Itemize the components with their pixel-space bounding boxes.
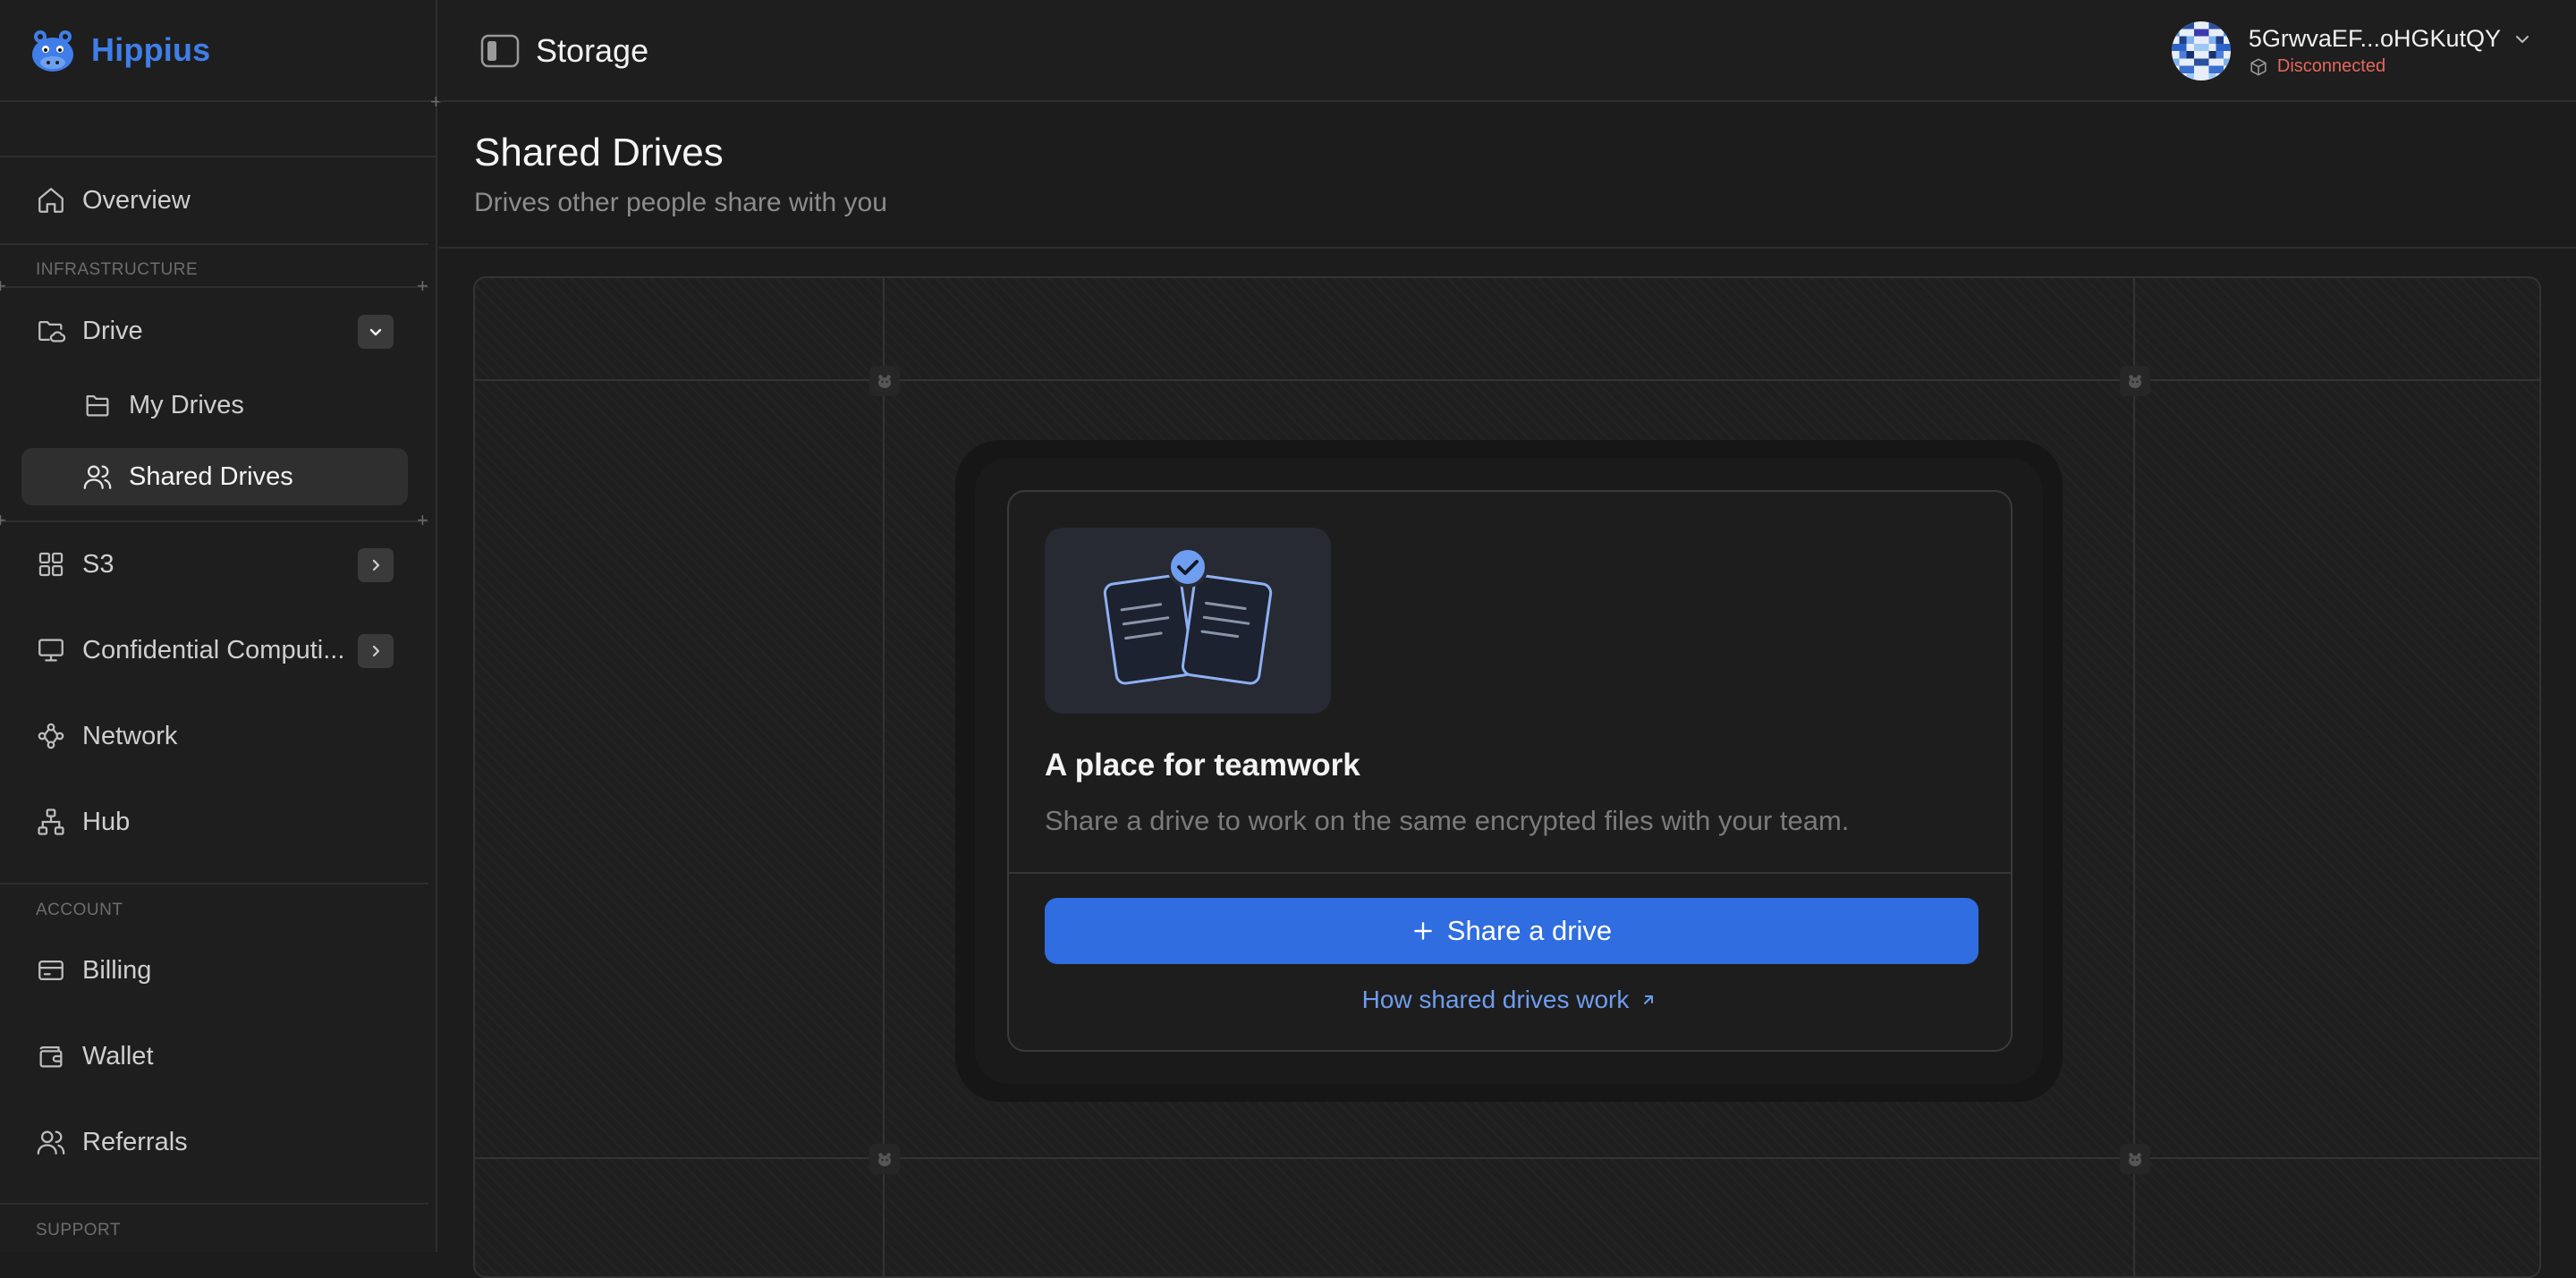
empty-state-description: Share a drive to work on the same encryp…	[1045, 805, 1850, 836]
guide-line	[475, 1157, 2539, 1159]
section-title: Storage	[536, 32, 649, 69]
brand[interactable]: Hippius	[0, 0, 436, 102]
divider	[0, 243, 428, 245]
chevron-right-icon[interactable]	[358, 634, 394, 668]
sidebar-item-confidential-computing[interactable]: Confidential Computi...	[21, 622, 408, 679]
sidebar-item-label: Drive	[82, 316, 143, 345]
sidebar-item-label: Overview	[82, 185, 191, 215]
network-icon	[36, 721, 66, 751]
sidebar-item-my-drives[interactable]: My Drives	[21, 377, 408, 434]
empty-state-body: A place for teamwork Share a drive to wo…	[1009, 492, 2011, 874]
status-badge: Disconnected	[2276, 56, 2386, 76]
hippo-node-icon	[2120, 366, 2150, 396]
monitor-icon	[36, 635, 66, 665]
sidebar-item-label: Referrals	[82, 1127, 188, 1156]
empty-state-card: A place for teamwork Share a drive to wo…	[1007, 490, 2012, 1052]
account-address-row: 5GrwvaEF...oHGKutQY	[2249, 25, 2531, 53]
sidebar-item-label: Wallet	[82, 1041, 154, 1071]
account-address: 5GrwvaEF...oHGKutQY	[2248, 25, 2501, 52]
hippo-node-icon	[2120, 1144, 2150, 1174]
home-icon	[36, 185, 66, 216]
crosshair-marker: +	[417, 275, 428, 297]
page-title: Shared Drives	[474, 131, 724, 174]
plus-icon	[1413, 922, 1432, 940]
empty-state-frame: A place for teamwork Share a drive to wo…	[955, 440, 2063, 1102]
chevron-down-icon[interactable]	[358, 315, 394, 349]
users-icon	[82, 461, 113, 492]
how-shared-drives-work-link[interactable]: How shared drives work	[1009, 986, 2011, 1014]
divider	[0, 521, 428, 522]
sidebar-item-label: My Drives	[129, 390, 244, 419]
empty-state-title: A place for teamwork	[1045, 748, 1360, 783]
cube-icon	[2250, 58, 2267, 75]
users-icon	[36, 1127, 66, 1157]
wallet-icon	[36, 1041, 66, 1071]
hippo-logo-icon	[27, 24, 79, 76]
connection-status: Disconnected	[2249, 56, 2531, 77]
guide-line	[2133, 278, 2135, 1276]
page-header: Shared Drives Drives other people share …	[439, 104, 2576, 249]
credit-card-icon	[36, 955, 66, 986]
brand-name: Hippius	[91, 31, 211, 68]
sidebar-item-label: Confidential Computi...	[82, 635, 345, 664]
hippo-node-icon	[869, 1144, 900, 1174]
account-menu[interactable]: 5GrwvaEF...oHGKutQY Disconnected	[2171, 20, 2531, 82]
crosshair-marker: +	[0, 275, 6, 297]
divider	[0, 1203, 428, 1205]
section-label-account: ACCOUNT	[36, 901, 123, 919]
divider	[0, 883, 428, 884]
chevron-right-icon[interactable]	[358, 548, 394, 582]
section-label-support: SUPPORT	[36, 1221, 122, 1240]
sidebar-item-s3[interactable]: S3	[21, 536, 408, 593]
section-label-infrastructure: INFRASTRUCTURE	[36, 260, 199, 279]
sidebar-item-label: Network	[82, 721, 178, 750]
share-drive-button-label: Share a drive	[1446, 915, 1613, 946]
folder-open-icon	[82, 390, 113, 420]
folder-cloud-icon	[36, 316, 66, 346]
sidebar-spacer	[0, 104, 436, 157]
hippo-node-icon	[869, 366, 900, 396]
sidebar: Hippius + Overview INFRASTRUCTURE + + Dr…	[0, 0, 442, 1252]
chevron-down-icon	[2516, 35, 2529, 43]
sidebar-item-label: Shared Drives	[129, 461, 293, 491]
empty-state-frame-inner: A place for teamwork Share a drive to wo…	[975, 458, 2043, 1084]
sidebar-item-referrals[interactable]: Referrals	[21, 1113, 408, 1171]
sidebar-toggle-icon[interactable]	[480, 34, 520, 68]
crosshair-marker: +	[0, 509, 6, 531]
guide-line	[883, 278, 885, 1276]
sidebar-item-billing[interactable]: Billing	[21, 942, 408, 999]
sidebar-item-label: Billing	[82, 955, 152, 985]
share-drive-button[interactable]: Share a drive	[1045, 898, 1979, 964]
guide-line	[475, 379, 2539, 381]
sidebar-item-wallet[interactable]: Wallet	[21, 1028, 408, 1085]
empty-state-canvas: A place for teamwork Share a drive to wo…	[473, 276, 2541, 1278]
sidebar-item-drive[interactable]: Drive	[21, 302, 408, 360]
crosshair-marker: +	[417, 509, 428, 531]
sidebar-item-label: Hub	[82, 807, 131, 836]
hierarchy-icon	[36, 807, 66, 837]
sidebar-item-label: S3	[82, 549, 114, 579]
help-link-label: How shared drives work	[1361, 986, 1630, 1013]
divider	[0, 286, 428, 288]
page-subtitle: Drives other people share with you	[474, 188, 887, 217]
shared-documents-illustration-icon	[1045, 528, 1331, 714]
arrow-up-right-icon	[1644, 995, 1654, 1004]
sidebar-item-overview[interactable]: Overview	[21, 172, 408, 229]
sidebar-item-shared-drives[interactable]: Shared Drives	[21, 448, 408, 505]
top-bar: Storage 5GrwvaEF...oHGKutQY Disconnected	[439, 0, 2576, 102]
sidebar-item-network[interactable]: Network	[21, 707, 408, 765]
avatar	[2171, 21, 2231, 80]
grid-icon	[36, 549, 66, 580]
account-info: 5GrwvaEF...oHGKutQY Disconnected	[2249, 25, 2531, 77]
sidebar-item-hub[interactable]: Hub	[21, 793, 408, 851]
